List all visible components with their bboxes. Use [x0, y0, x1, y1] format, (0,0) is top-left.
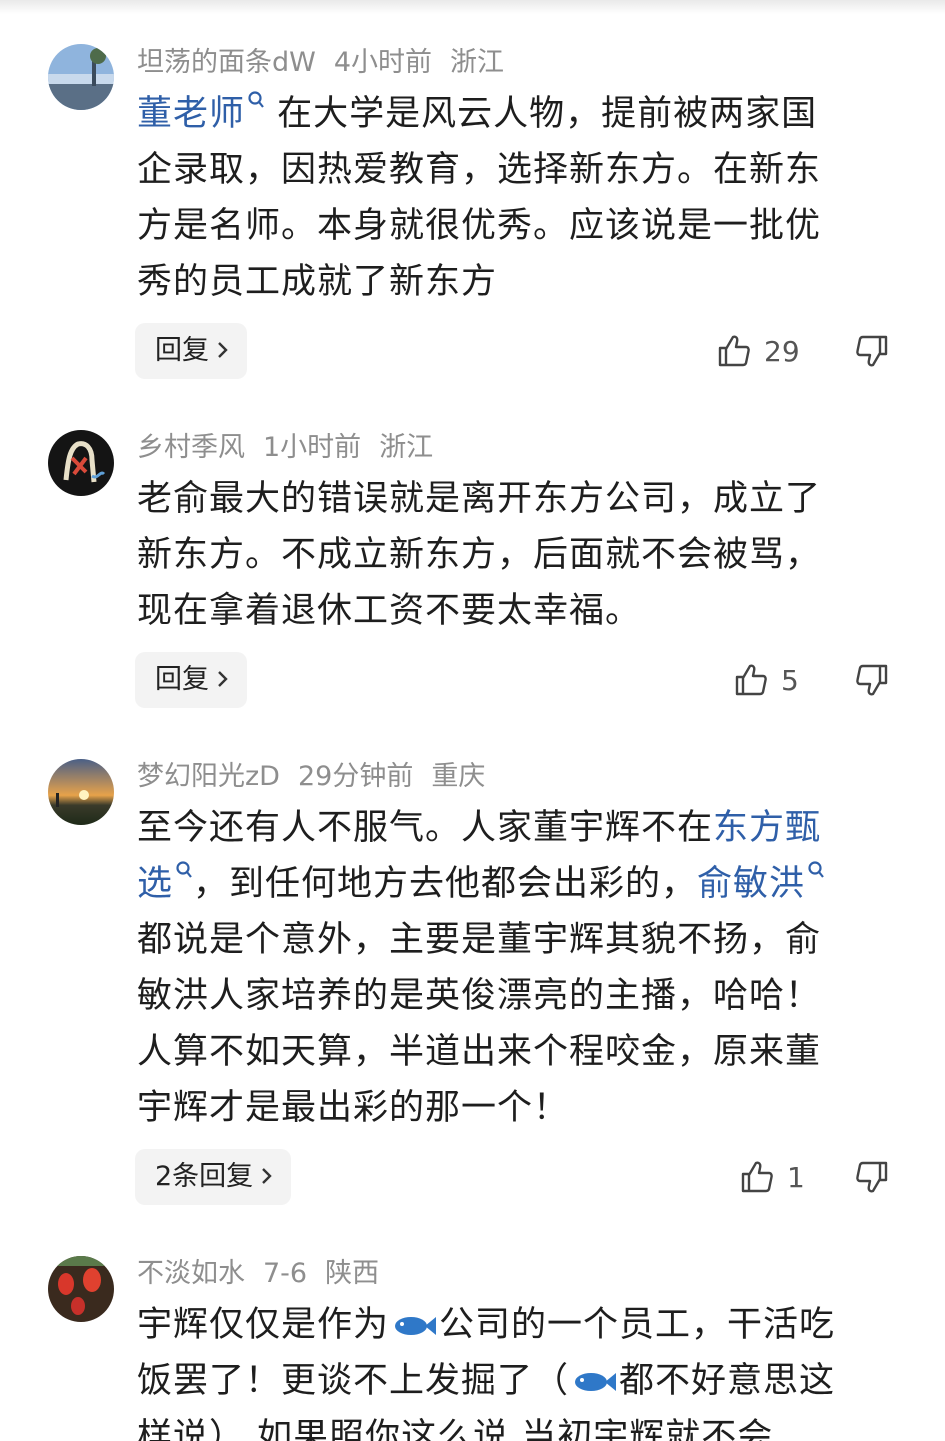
comment-line: 现在拿着退休工资不要太幸福。: [137, 591, 642, 631]
dislike-button[interactable]: [854, 1149, 890, 1205]
like-count: 1: [787, 1160, 805, 1194]
chevron-right-icon: [218, 341, 228, 358]
username[interactable]: 不淡如水: [137, 1258, 245, 1289]
location: 陕西: [325, 1258, 380, 1289]
timestamp: 29分钟前: [297, 761, 414, 792]
chevron-right-icon: [218, 670, 228, 687]
location: 浙江: [450, 47, 505, 78]
comment-text: 老俞最大的错误就是离开东方公司，成立了 新东方。不成立新东方，后面就不会被骂， …: [137, 471, 887, 639]
location: 浙江: [379, 432, 434, 463]
timestamp: 1小时前: [263, 432, 362, 463]
comment-line: ，到任何地方去他都会出彩的，: [193, 864, 698, 904]
comment-line: 新东方。不成立新东方，后面就不会被骂，: [137, 535, 822, 575]
timestamp: 4小时前: [333, 47, 433, 78]
thumbs-up-icon: [735, 664, 767, 696]
comment-line: 宇辉仅仅是作为: [137, 1305, 390, 1345]
comment-text: 宇辉仅仅是作为 公司的一个员工，干活吃 饭罢了！更谈不上发掘了（ 都不好意思这 样说…: [137, 1297, 887, 1441]
comment-line: 饭罢了！更谈不上发掘了（: [137, 1361, 570, 1401]
avatar[interactable]: [48, 759, 114, 825]
reply-button[interactable]: 2条回复: [135, 1149, 292, 1205]
fish-emoji-icon: [395, 1317, 437, 1335]
search-link[interactable]: 俞敏洪: [697, 864, 805, 904]
comment-meta: 梦幻阳光zD 29分钟前 重庆: [137, 759, 503, 795]
comment-meta: 坦荡的面条dW 4小时前 浙江: [137, 45, 522, 81]
timestamp: 7-6: [263, 1258, 308, 1289]
comment-line: 企录取，因热爱教育，选择新东方。在新东: [137, 150, 822, 190]
search-icon[interactable]: [807, 860, 825, 882]
search-link[interactable]: 东方甄: [713, 808, 821, 848]
comment-line: 公司的一个员工，干活吃: [439, 1305, 836, 1345]
comment-meta: 不淡如水 7-6 陕西: [137, 1256, 397, 1292]
like-count: 5: [781, 663, 799, 697]
top-edge-shadow: [0, 0, 945, 14]
avatar[interactable]: [48, 44, 114, 110]
search-icon[interactable]: [175, 860, 193, 882]
comment-line: 方是名师。本身就很优秀。应该说是一批优: [137, 206, 822, 246]
like-button[interactable]: 1: [739, 1149, 805, 1205]
comment-meta: 乡村季风 1小时前 浙江: [137, 430, 451, 466]
avatar[interactable]: [48, 1256, 114, 1322]
thumbs-down-icon: [856, 664, 888, 696]
thumbs-down-icon: [856, 335, 888, 367]
search-link[interactable]: 选: [137, 864, 173, 904]
username[interactable]: 坦荡的面条dW: [137, 47, 316, 78]
comment-line: 都不好意思这: [619, 1361, 836, 1401]
dislike-button[interactable]: [854, 652, 890, 708]
username[interactable]: 乡村季风: [137, 432, 245, 463]
username[interactable]: 梦幻阳光zD: [137, 761, 280, 792]
comment-line: 都说是个意外，主要是董宇辉其貌不扬，俞: [137, 920, 822, 960]
comment-line: 宇辉才是最出彩的那一个！: [137, 1088, 570, 1128]
avatar[interactable]: [48, 430, 114, 496]
fish-emoji-icon: [575, 1373, 617, 1391]
like-button[interactable]: 5: [733, 652, 799, 708]
chevron-right-icon: [262, 1167, 272, 1184]
thumbs-up-icon: [718, 335, 750, 367]
thumbs-up-icon: [741, 1161, 773, 1193]
dislike-button[interactable]: [854, 323, 890, 379]
reply-label: 2条回复: [155, 1161, 254, 1192]
comment-line: 在大学是风云人物，提前被两家国: [277, 94, 818, 134]
reply-button[interactable]: 回复: [135, 323, 247, 379]
comment-line: 秀的员工成就了新东方: [137, 262, 498, 302]
thumbs-down-icon: [856, 1161, 888, 1193]
comment-text: 董老师 在大学是风云人物，提前被两家国 企录取，因热爱教育，选择新东方。在新东 …: [137, 86, 887, 310]
reply-label: 回复: [155, 335, 209, 366]
comment-line: 人算不如天算，半道出来个程咬金，原来董: [137, 1032, 822, 1072]
search-icon[interactable]: [247, 90, 265, 112]
like-count: 29: [764, 334, 800, 368]
reply-button[interactable]: 回复: [135, 652, 247, 708]
comment-line: 至今还有人不服气。人家董宇辉不在: [137, 808, 714, 848]
search-link[interactable]: 董老师: [137, 94, 245, 134]
comment-line: 样说） 如果照你这么说 当初宇辉就不会: [137, 1417, 774, 1441]
location: 重庆: [431, 761, 486, 792]
like-button[interactable]: 29: [716, 323, 800, 379]
comment-line: 敏洪人家培养的是英俊漂亮的主播，哈哈！: [137, 976, 822, 1016]
comment-line: 老俞最大的错误就是离开东方公司，成立了: [137, 479, 822, 519]
comment-text: 至今还有人不服气。人家董宇辉不在东方甄 选 ，到任何地方去他都会出彩的，俞敏洪 都…: [137, 800, 887, 1136]
reply-label: 回复: [155, 664, 209, 695]
